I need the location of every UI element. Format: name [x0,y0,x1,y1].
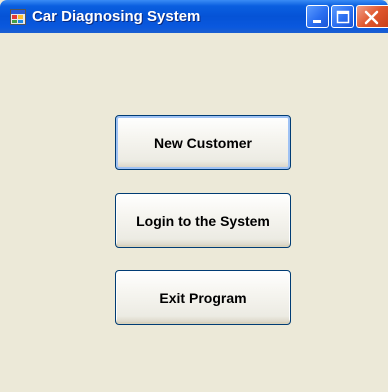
minimize-icon [313,20,321,23]
title-bar[interactable]: Car Diagnosing System [0,0,388,33]
main-window: Car Diagnosing System New Customer Login… [0,0,388,392]
app-window-icon [10,9,26,25]
client-area: New Customer Login to the System Exit Pr… [0,33,388,392]
maximize-icon [336,10,350,24]
new-customer-button[interactable]: New Customer [115,115,291,170]
login-button[interactable]: Login to the System [115,193,291,248]
exit-program-button[interactable]: Exit Program [115,270,291,325]
maximize-button[interactable] [331,5,354,28]
close-button[interactable] [356,5,388,28]
close-icon [364,10,379,25]
window-title: Car Diagnosing System [32,8,201,25]
minimize-button[interactable] [306,5,329,28]
